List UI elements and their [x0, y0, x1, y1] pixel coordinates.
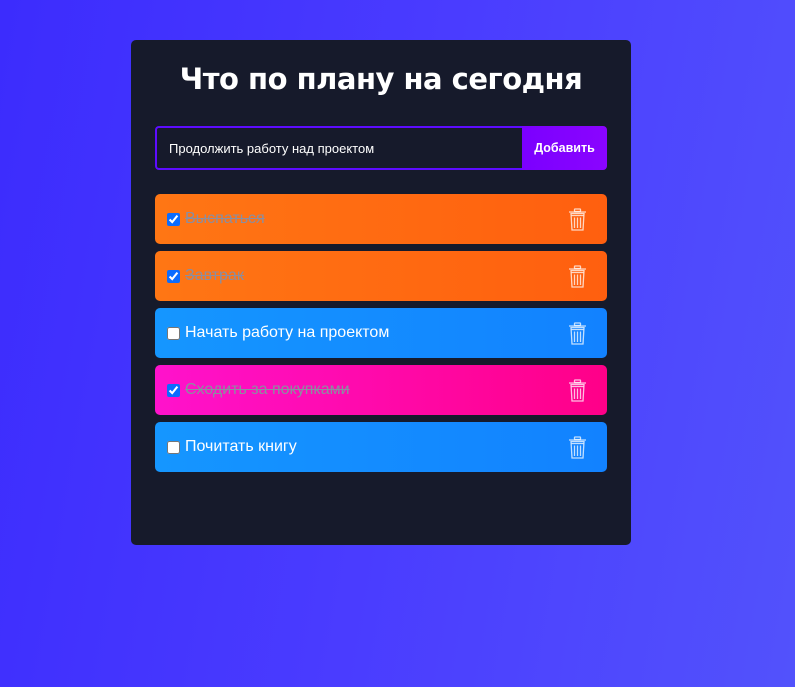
todo-form: Добавить: [155, 126, 607, 170]
todo-checkbox[interactable]: [167, 269, 180, 283]
todo-item: Начать работу на проектом: [155, 308, 607, 358]
todo-checkbox[interactable]: [167, 383, 180, 397]
todo-checkbox[interactable]: [167, 212, 180, 226]
todo-text: Сходить за покупками: [185, 381, 350, 398]
todo-text: Начать работу на проектом: [185, 324, 390, 341]
todo-item: Сходить за покупками: [155, 365, 607, 415]
todo-app: Что по плану на сегодня Добавить Выспать…: [131, 40, 631, 545]
trash-icon: [568, 207, 587, 231]
todo-list: Выспаться Завтрак Начать работу на проек…: [155, 194, 607, 479]
delete-button[interactable]: [565, 263, 589, 289]
delete-button[interactable]: [565, 434, 589, 460]
page-title: Что по плану на сегодня: [179, 62, 583, 96]
delete-button[interactable]: [565, 320, 589, 346]
todo-text: Выспаться: [185, 210, 265, 227]
todo-item: Почитать книгу: [155, 422, 607, 472]
todo-text: Завтрак: [185, 267, 244, 284]
delete-button[interactable]: [565, 377, 589, 403]
add-button[interactable]: Добавить: [522, 126, 607, 170]
trash-icon: [568, 378, 587, 402]
trash-icon: [568, 435, 587, 459]
delete-button[interactable]: [565, 206, 589, 232]
todo-checkbox[interactable]: [167, 326, 180, 340]
todo-checkbox[interactable]: [167, 440, 180, 454]
todo-item: Завтрак: [155, 251, 607, 301]
trash-icon: [568, 321, 587, 345]
trash-icon: [568, 264, 587, 288]
todo-item: Выспаться: [155, 194, 607, 244]
todo-text: Почитать книгу: [185, 438, 297, 455]
todo-input[interactable]: [155, 126, 522, 170]
